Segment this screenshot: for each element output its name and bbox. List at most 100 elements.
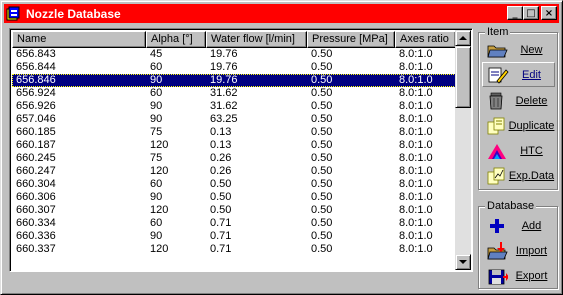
- nozzle-app-icon[interactable]: [6, 6, 22, 22]
- export-icon: [486, 266, 509, 286]
- cell-name: 657.046: [16, 113, 56, 125]
- cell-name: 656.924: [16, 87, 56, 99]
- scroll-down-button[interactable]: [455, 254, 471, 270]
- folder-open-icon: [486, 40, 508, 60]
- table-row[interactable]: 656.924 60 31.62 0.50 8.0:1.0: [12, 87, 456, 100]
- column-header-axes-ratio[interactable]: Axes ratio: [395, 31, 456, 48]
- table-row[interactable]: 660.187 120 0.13 0.50 8.0:1.0: [12, 139, 456, 152]
- cell-pressure: 0.50: [311, 152, 333, 164]
- duplicate-pages-icon: [486, 116, 508, 136]
- cell-pressure: 0.50: [311, 204, 333, 216]
- cell-water-flow: 0.13: [210, 126, 232, 138]
- table-row[interactable]: 656.926 90 31.62 0.50 8.0:1.0: [12, 100, 456, 113]
- nozzle-list-content: Name Alpha [°] Water flow [l/min] Pressu…: [12, 31, 456, 271]
- htc-button[interactable]: HTC: [482, 138, 555, 163]
- cell-axes-ratio: 8.0:1.0: [399, 139, 433, 151]
- cell-axes-ratio: 8.0:1.0: [399, 217, 433, 229]
- column-header-alpha[interactable]: Alpha [°]: [146, 31, 206, 48]
- table-row[interactable]: 660.185 75 0.13 0.50 8.0:1.0: [12, 126, 456, 139]
- table-row[interactable]: 660.247 120 0.26 0.50 8.0:1.0: [12, 165, 456, 178]
- cell-name: 660.304: [16, 178, 56, 190]
- close-button[interactable]: ×: [541, 6, 557, 20]
- minimize-button[interactable]: _: [507, 6, 523, 20]
- column-header-name[interactable]: Name: [12, 31, 146, 48]
- exp-data-button-label: Exp.Data: [508, 169, 555, 182]
- cell-alpha: 75: [150, 152, 163, 164]
- new-button[interactable]: New: [482, 37, 555, 62]
- window-controls: _ □ ×: [507, 6, 557, 20]
- cell-name: 660.336: [16, 230, 56, 242]
- table-row[interactable]: 660.306 90 0.50 0.50 8.0:1.0: [12, 191, 456, 204]
- delete-button[interactable]: Delete: [482, 88, 555, 113]
- cell-name: 656.843: [16, 48, 56, 60]
- database-group-label: Database: [485, 199, 537, 213]
- cell-axes-ratio: 8.0:1.0: [399, 61, 433, 73]
- column-header-water-flow[interactable]: Water flow [l/min]: [206, 31, 307, 48]
- table-row[interactable]: 660.307 120 0.50 0.50 8.0:1.0: [12, 204, 456, 217]
- delete-button-label: Delete: [515, 94, 548, 107]
- cell-water-flow: 0.50: [210, 178, 232, 190]
- window-title: Nozzle Database: [26, 6, 121, 21]
- title-bar[interactable]: Nozzle Database _ □ ×: [4, 4, 559, 23]
- export-button[interactable]: Export: [482, 263, 555, 288]
- item-group: Item New Edit Delete Duplicate HTC Exp.D…: [478, 25, 558, 190]
- cell-water-flow: 0.71: [210, 243, 232, 255]
- cell-alpha: 120: [150, 139, 169, 151]
- table-row[interactable]: 660.334 60 0.71 0.50 8.0:1.0: [12, 217, 456, 230]
- cell-pressure: 0.50: [311, 61, 333, 73]
- arrow-down-icon: [459, 260, 467, 264]
- cell-alpha: 90: [150, 191, 163, 203]
- cell-water-flow: 31.62: [210, 100, 238, 112]
- htc-plot-icon: [486, 141, 508, 161]
- add-button[interactable]: Add: [482, 213, 555, 238]
- cell-axes-ratio: 8.0:1.0: [399, 74, 433, 86]
- table-row[interactable]: 660.245 75 0.26 0.50 8.0:1.0: [12, 152, 456, 165]
- cell-alpha: 120: [150, 243, 169, 255]
- cell-axes-ratio: 8.0:1.0: [399, 178, 433, 190]
- maximize-button[interactable]: □: [523, 6, 539, 20]
- table-row[interactable]: 660.336 90 0.71 0.50 8.0:1.0: [12, 230, 456, 243]
- table-row[interactable]: 660.304 60 0.50 0.50 8.0:1.0: [12, 178, 456, 191]
- cell-water-flow: 0.50: [210, 191, 232, 203]
- import-button[interactable]: Import: [482, 238, 555, 263]
- import-icon: [486, 241, 508, 261]
- cell-alpha: 120: [150, 165, 169, 177]
- scroll-up-button[interactable]: [455, 30, 471, 46]
- exp-data-button[interactable]: Exp.Data: [482, 163, 555, 188]
- scroll-thumb[interactable]: [455, 46, 471, 108]
- cell-pressure: 0.50: [311, 126, 333, 138]
- nozzle-list[interactable]: Name Alpha [°] Water flow [l/min] Pressu…: [9, 28, 473, 272]
- cell-name: 660.334: [16, 217, 56, 229]
- cell-pressure: 0.50: [311, 230, 333, 242]
- cell-water-flow: 31.62: [210, 87, 238, 99]
- cell-pressure: 0.50: [311, 217, 333, 229]
- duplicate-button[interactable]: Duplicate: [482, 113, 555, 138]
- cell-name: 656.846: [16, 74, 56, 86]
- cell-axes-ratio: 8.0:1.0: [399, 126, 433, 138]
- table-row[interactable]: 657.046 90 63.25 0.50 8.0:1.0: [12, 113, 456, 126]
- edit-button[interactable]: Edit: [482, 62, 555, 87]
- table-row[interactable]: 656.844 60 19.76 0.50 8.0:1.0: [12, 61, 456, 74]
- new-button-label: New: [520, 43, 543, 56]
- edit-button-label: Edit: [522, 68, 541, 81]
- cell-pressure: 0.50: [311, 178, 333, 190]
- exp-data-icon: [486, 166, 508, 186]
- cell-alpha: 60: [150, 87, 163, 99]
- cell-water-flow: 19.76: [210, 74, 238, 86]
- column-header-pressure[interactable]: Pressure [MPa]: [307, 31, 395, 48]
- table-row[interactable]: 656.846 90 19.76 0.50 8.0:1.0: [12, 74, 456, 87]
- cell-pressure: 0.50: [311, 74, 333, 86]
- table-row[interactable]: 660.337 120 0.71 0.50 8.0:1.0: [12, 243, 456, 256]
- nozzle-database-window: Nozzle Database _ □ × Name Alpha [°] Wat…: [0, 0, 563, 295]
- cell-alpha: 75: [150, 126, 163, 138]
- cell-water-flow: 0.13: [210, 139, 232, 151]
- import-button-label: Import: [515, 244, 548, 257]
- cell-pressure: 0.50: [311, 165, 333, 177]
- cell-water-flow: 0.71: [210, 230, 232, 242]
- cell-alpha: 120: [150, 204, 169, 216]
- table-row[interactable]: 656.843 45 19.76 0.50 8.0:1.0: [12, 48, 456, 61]
- cell-water-flow: 0.26: [210, 152, 232, 164]
- vertical-scrollbar[interactable]: [455, 30, 471, 270]
- cell-name: 660.306: [16, 191, 56, 203]
- cell-alpha: 90: [150, 100, 163, 112]
